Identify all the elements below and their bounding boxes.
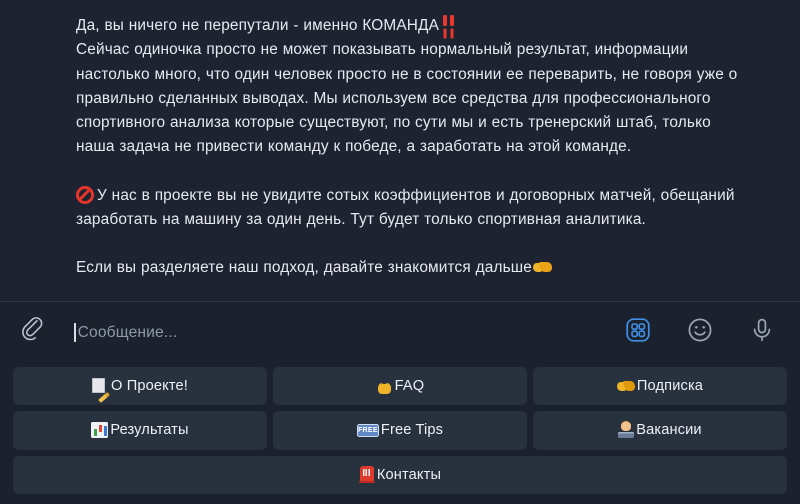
emoji-smiley-icon: [686, 316, 714, 349]
message-bubble-text: Да, вы ничего не перепутали - именно КОМ…: [0, 0, 800, 301]
keyboard-button-vacancies-label: Вакансии: [636, 422, 702, 439]
emoji-picker-button[interactable]: [684, 317, 716, 349]
bar-chart-emoji: [91, 422, 109, 439]
handshake-emoji: [533, 260, 552, 275]
bot-reply-keyboard: О Проекте! FAQ Подписка Результаты FREE …: [0, 363, 800, 504]
paperclip-icon: [20, 317, 46, 348]
bot-commands-grid-icon: [624, 316, 652, 349]
memo-emoji: [92, 378, 109, 394]
paragraph-2-text: У нас в проекте вы не увидите сотых коэф…: [76, 186, 735, 229]
keyboard-button-contacts[interactable]: Контакты: [13, 455, 787, 494]
microphone-icon: [748, 316, 776, 349]
voice-message-button[interactable]: [746, 317, 778, 349]
keyboard-row-1: О Проекте! FAQ Подписка: [13, 367, 787, 406]
prohibited-sign-emoji: [76, 185, 94, 204]
keyboard-button-results[interactable]: Результаты: [13, 411, 267, 450]
keyboard-button-faq[interactable]: FAQ: [273, 367, 527, 406]
text-cursor: [74, 323, 76, 342]
handshake-emoji: [617, 379, 635, 394]
telegram-chat-screen: Да, вы ничего не перепутали - именно КОМ…: [0, 0, 800, 504]
message-paragraph-3: Если вы разделяете наш подход, давайте з…: [76, 256, 738, 280]
technologist-emoji: [618, 422, 635, 439]
telephone-emoji: [358, 466, 375, 484]
paragraph-3-text: Если вы разделяете наш подход, давайте з…: [76, 259, 532, 277]
keyboard-button-about-label: О Проекте!: [111, 378, 188, 395]
message-paragraph-2: У нас в проекте вы не увидите сотых коэф…: [76, 184, 738, 233]
double-exclamation-mark-emoji: [441, 14, 458, 32]
keyboard-button-subscription-label: Подписка: [636, 378, 704, 395]
message-input-placeholder: Сообщение...: [77, 323, 178, 341]
keyboard-button-results-label: Результаты: [110, 422, 189, 439]
keyboard-button-faq-label: FAQ: [394, 378, 425, 395]
keyboard-button-about[interactable]: О Проекте!: [13, 367, 267, 406]
message-composer-bar: Сообщение...: [0, 301, 800, 363]
composer-icon-group: [622, 317, 778, 349]
bot-commands-button[interactable]: [622, 317, 654, 349]
message-input[interactable]: Сообщение...: [74, 316, 622, 350]
keyboard-row-3: Контакты: [13, 455, 787, 494]
keyboard-button-subscription[interactable]: Подписка: [533, 367, 787, 406]
free-badge-emoji: FREE: [356, 423, 379, 437]
keyboard-button-free-tips[interactable]: FREE Free Tips: [273, 411, 527, 450]
keyboard-button-vacancies[interactable]: Вакансии: [533, 411, 787, 450]
attach-file-button[interactable]: [16, 316, 50, 350]
message-paragraph-1: Да, вы ничего не перепутали - именно КОМ…: [76, 14, 738, 160]
paragraph-1-line-2: Сейчас одиночка просто не может показыва…: [76, 41, 738, 156]
keyboard-button-contacts-label: Контакты: [376, 466, 442, 483]
keyboard-row-2: Результаты FREE Free Tips Вакансии: [13, 411, 787, 450]
graduate-emoji: [376, 378, 393, 395]
paragraph-1-line-1: Да, вы ничего не перепутали - именно КОМ…: [76, 17, 440, 34]
keyboard-button-free-tips-label: Free Tips: [380, 422, 444, 439]
